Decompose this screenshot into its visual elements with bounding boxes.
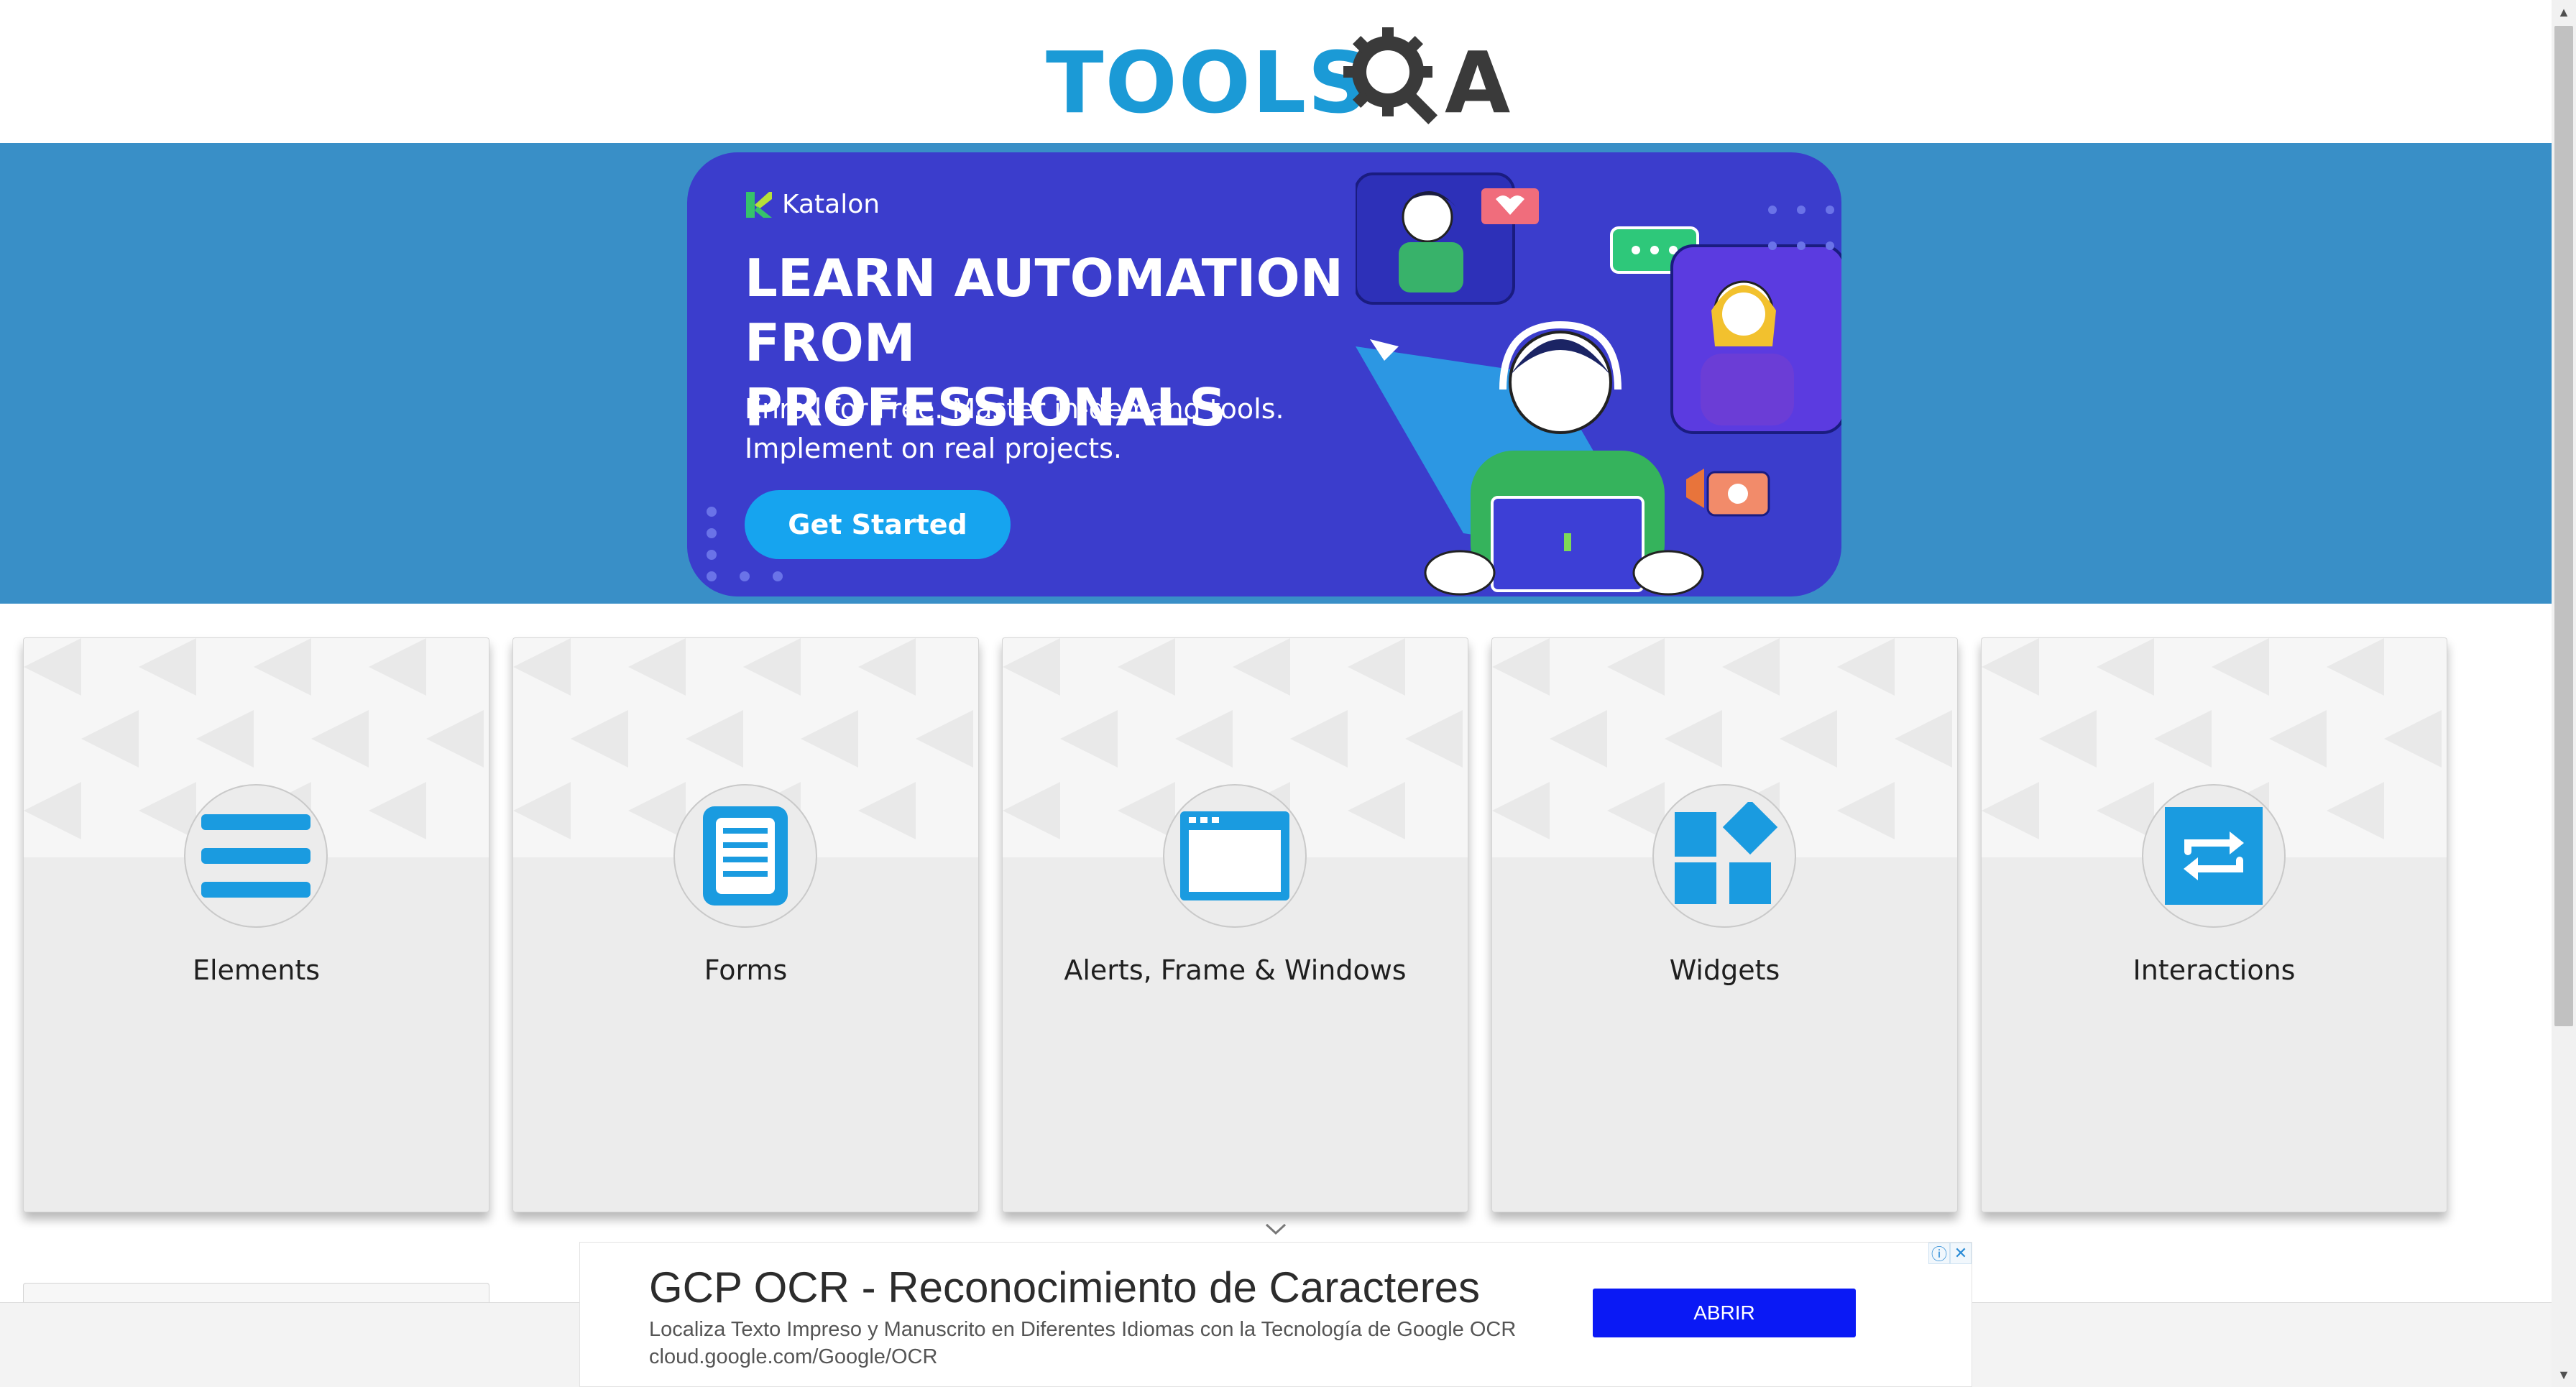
get-started-button[interactable]: Get Started bbox=[745, 490, 1011, 559]
chevron-down-icon[interactable] bbox=[1264, 1222, 1288, 1238]
card-elements[interactable]: Elements bbox=[23, 637, 489, 1212]
banner-subtitle-line2: Implement on real projects. bbox=[745, 433, 1123, 464]
scroll-thumb[interactable] bbox=[2554, 26, 2573, 1026]
ad-title[interactable]: GCP OCR - Reconocimiento de Caracteres bbox=[649, 1263, 1480, 1312]
scroll-up-arrow-icon[interactable]: ▲ bbox=[2552, 0, 2576, 24]
scroll-down-arrow-icon[interactable]: ▼ bbox=[2552, 1363, 2576, 1387]
site-header: TOOLS A bbox=[0, 0, 2552, 143]
ad-choices: ⓘ ✕ bbox=[1928, 1243, 1972, 1264]
ad-open-button[interactable]: ABRIR bbox=[1593, 1289, 1856, 1337]
banner-title-line1: LEARN AUTOMATION bbox=[745, 248, 1343, 308]
logo-text-tools: TOOLS bbox=[1046, 33, 1371, 132]
card-icon-circle bbox=[184, 784, 328, 928]
swap-arrows-icon bbox=[2165, 807, 2263, 905]
gear-magnifier-icon bbox=[1343, 27, 1438, 125]
google-ad[interactable]: GCP OCR - Reconocimiento de Caracteres L… bbox=[579, 1242, 1972, 1387]
card-title: Widgets bbox=[1669, 954, 1780, 986]
logo-text-a: A bbox=[1445, 33, 1512, 132]
card-icon-circle bbox=[1652, 784, 1796, 928]
info-icon[interactable]: ⓘ bbox=[1928, 1243, 1950, 1264]
katalon-brand: Katalon bbox=[745, 190, 880, 219]
katalon-logo-icon bbox=[746, 191, 772, 218]
decorative-dots bbox=[1768, 206, 1834, 250]
close-icon[interactable]: ✕ bbox=[1950, 1243, 1972, 1264]
card-title: Alerts, Frame & Windows bbox=[1064, 954, 1407, 986]
card-widgets[interactable]: Widgets bbox=[1491, 637, 1958, 1212]
card-title: Elements bbox=[192, 954, 321, 986]
katalon-banner[interactable]: Katalon LEARN AUTOMATION FROM PROFESSION… bbox=[687, 152, 1841, 596]
hamburger-lines-icon bbox=[201, 814, 310, 898]
banner-subtitle: Enroll for Free. Master in-demand tools.… bbox=[745, 390, 1320, 469]
card-alerts-frame-windows[interactable]: Alerts, Frame & Windows bbox=[1002, 637, 1468, 1212]
widgets-grid-icon bbox=[1675, 802, 1778, 904]
card-interactions[interactable]: Interactions bbox=[1981, 637, 2447, 1212]
browser-window-icon bbox=[1180, 811, 1289, 900]
document-form-icon bbox=[703, 806, 788, 906]
katalon-name: Katalon bbox=[782, 190, 880, 219]
card-icon-circle bbox=[1163, 784, 1307, 928]
ad-description: Localiza Texto Impreso y Manuscrito en D… bbox=[649, 1318, 1517, 1368]
card-icon-circle bbox=[2142, 784, 2286, 928]
card-forms[interactable]: Forms bbox=[512, 637, 979, 1212]
card-title: Forms bbox=[704, 954, 788, 986]
page-scrollbar[interactable]: ▲ ▼ bbox=[2552, 0, 2576, 1387]
card-icon-circle bbox=[673, 784, 817, 928]
card-title: Interactions bbox=[2133, 954, 2296, 986]
banner-subtitle-line1: Enroll for Free. Master in-demand tools. bbox=[745, 393, 1284, 425]
toolsqa-logo[interactable]: TOOLS A bbox=[1046, 22, 1512, 132]
